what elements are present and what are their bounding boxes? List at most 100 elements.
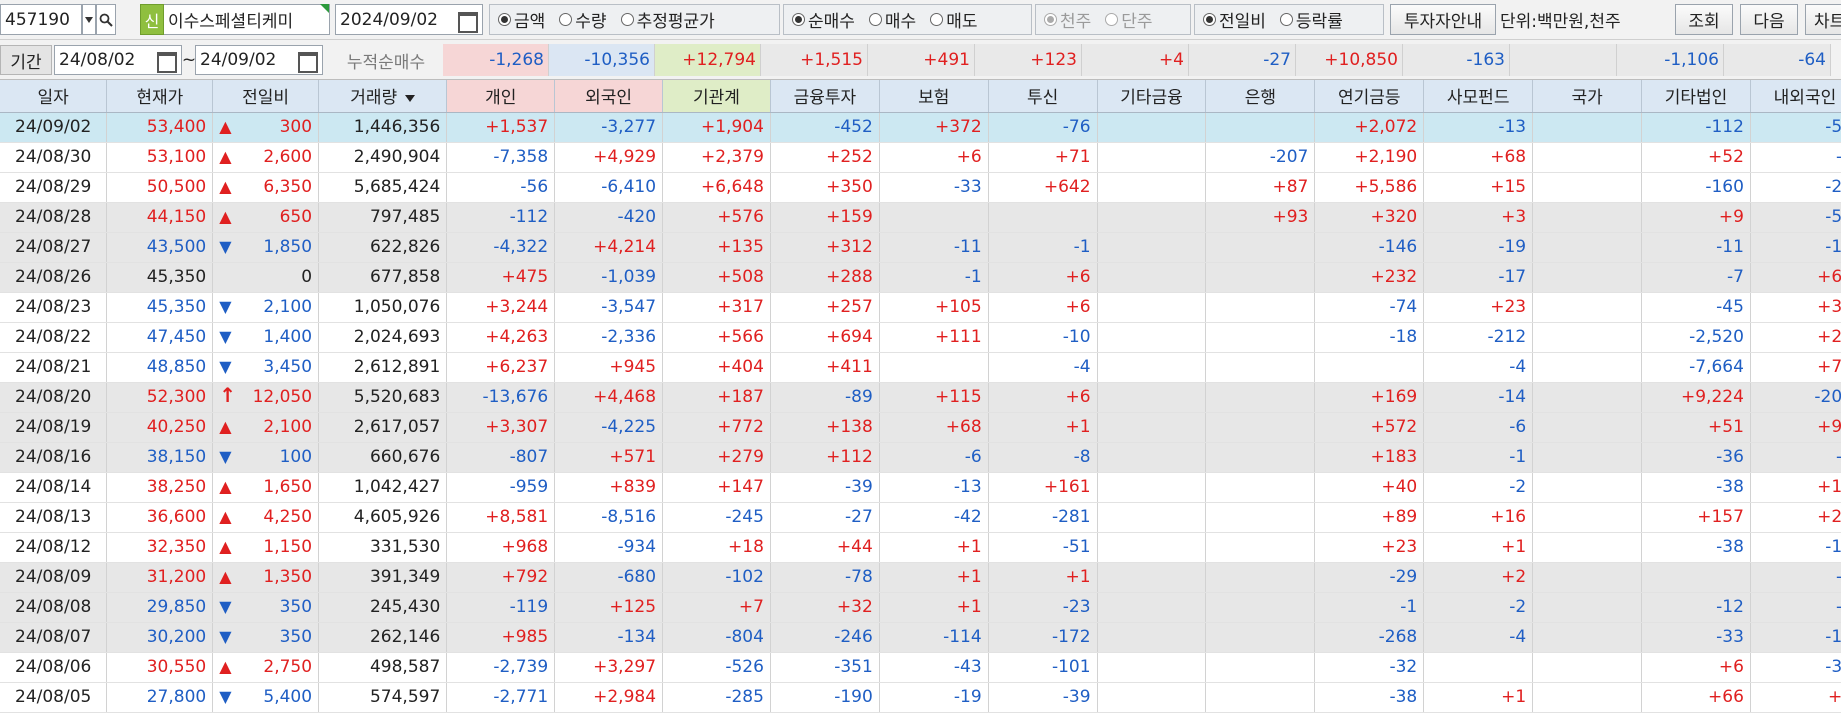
limit-up-arrow-icon: ↑ [219,383,236,407]
change-cell: ▲ 1,150 [212,532,320,563]
investor-guide-button[interactable]: 투자자안내 [1390,4,1496,35]
volume-cell: 2,490,904 [318,142,448,173]
investor-value-cell: +135 [662,232,771,263]
calendar-icon[interactable] [296,49,318,73]
investor-value-cell: +1 [879,562,989,593]
table-row[interactable]: 24/08/19 40,250 ▲ 2,100 2,617,057 +3,307 -4,22… [0,412,1841,443]
investor-value-cell: +3,297 [554,652,664,683]
cumulative-total: -1,106 [1617,44,1724,76]
investor-value-cell: -29 [1314,562,1425,593]
investor-value-cell: +8,581 [446,502,556,533]
column-header[interactable]: 기타금융 [1097,80,1207,113]
stock-code-input[interactable]: 457190 [0,4,82,35]
table-row[interactable]: 24/09/02 53,400 ▲ 300 1,446,356 +1,537 -3,277 +… [0,112,1841,143]
radio-amount[interactable]: 금액 [498,7,545,32]
table-row[interactable]: 24/08/21 48,850 ▼ 3,450 2,612,891 +6,237 +945 +… [0,352,1841,383]
table-row[interactable]: 24/08/30 53,100 ▲ 2,600 2,490,904 -7,358 +4,92… [0,142,1841,173]
change-value: 2,100 [263,417,313,437]
volume-cell: 622,826 [318,232,448,263]
calendar-icon[interactable] [456,9,478,33]
period-from-input[interactable]: 24/08/02 [54,45,182,75]
investor-value-cell: -526 [662,652,771,683]
date-cell: 24/08/06 [0,652,108,683]
radio-thousand-shares[interactable]: 천주 [1044,7,1091,32]
date-cell: 24/09/02 [0,112,108,143]
date-input[interactable]: 2024/09/02 [335,4,483,35]
radio-single-shares[interactable]: 단주 [1105,7,1153,32]
table-row[interactable]: 24/08/06 30,550 ▲ 2,750 498,587 -2,739 +3,297-… [0,652,1841,683]
investor-value-cell [1097,622,1207,653]
next-button[interactable]: 다음 [1740,4,1798,35]
column-header[interactable]: 내외국인 [1750,80,1841,113]
radio-change-rate[interactable]: 등락률 [1279,7,1343,32]
investor-value-cell: +52 [1641,142,1751,173]
table-row[interactable]: 24/08/05 27,800 ▼ 5,400 574,597 -2,771 +2,984-… [0,682,1841,713]
column-header[interactable]: 연기금등 [1314,80,1425,113]
investor-value-cell: -202 [1750,382,1841,413]
radio-quantity[interactable]: 수량 [559,7,607,32]
sort-dropdown-icon[interactable] [405,94,416,102]
column-header[interactable]: 기관계 [662,80,771,113]
column-header[interactable]: 은행 [1205,80,1316,113]
table-row[interactable]: 24/08/08 29,850 ▼ 350 245,430 -119 +125 +7 +32 +1… [0,592,1841,623]
table-row[interactable]: 24/08/28 44,150 ▲ 650 797,485 -112 -420 +576 +15… [0,202,1841,233]
date-cell: 24/08/13 [0,502,108,533]
query-button[interactable]: 조회 [1675,4,1733,35]
change-value: 100 [279,447,313,467]
table-row[interactable]: 24/08/29 50,500 ▲ 6,350 5,685,424 -56 -6,410 +6… [0,172,1841,203]
table-row[interactable]: 24/08/22 47,450 ▼ 1,400 2,024,693 +4,263 -2,33… [0,322,1841,353]
table-row[interactable]: 24/08/20 52,300 ↑ 12,050 5,520,683 -13,676 +4,… [0,382,1841,413]
date-cell: 24/08/26 [0,262,108,293]
code-dropdown-button[interactable] [82,4,96,35]
chart-button[interactable]: 차트 [1805,4,1841,35]
table-row[interactable]: 24/08/14 38,250 ▲ 1,650 1,042,427 -959 +839 +14… [0,472,1841,503]
investor-value-cell: +985 [446,622,556,653]
column-header[interactable]: 현재가 [106,80,214,113]
table-row[interactable]: 24/08/26 45,350 0 677,858 +475 -1,039 +508 +288… [0,262,1841,293]
column-header[interactable]: 국가 [1532,80,1643,113]
table-row[interactable]: 24/08/12 32,350 ▲ 1,150 331,530 +968 -934 +18 +4… [0,532,1841,563]
search-button[interactable] [96,4,116,35]
radio-net-buy[interactable]: 순매수 [792,7,855,32]
investor-value-cell [1205,622,1316,653]
cumulative-total: +1,515 [761,44,868,76]
investor-value-cell: +279 [662,442,771,473]
investor-value-cell: -51 [988,532,1098,563]
column-header[interactable]: 개인 [446,80,556,113]
column-header[interactable]: 일자 [0,80,108,113]
investor-value-cell: -807 [446,442,556,473]
investor-value-cell: +6,237 [446,352,556,383]
column-header[interactable]: 보험 [879,80,989,113]
radio-sell[interactable]: 매도 [930,7,977,32]
radio-prev-day-change[interactable]: 전일비 [1203,7,1266,32]
table-row[interactable]: 24/08/07 30,200 ▼ 350 262,146 +985 -134 -804 -24… [0,622,1841,653]
column-header[interactable]: 금융투자 [770,80,880,113]
period-to-input[interactable]: 24/09/02 [195,45,323,75]
change-value: 350 [279,627,313,647]
investor-value-cell: -420 [554,202,664,233]
column-header[interactable]: 전일비 [212,80,320,113]
calendar-icon[interactable] [155,49,177,73]
column-header[interactable]: 거래량 [318,80,448,113]
investor-value-cell: -56 [446,172,556,203]
radio-buy[interactable]: 매수 [868,7,916,32]
column-header[interactable]: 사모펀드 [1423,80,1534,113]
table-row[interactable]: 24/08/09 31,200 ▲ 1,350 391,349 +792 -680 -102-… [0,562,1841,593]
investor-value-cell [1423,652,1534,683]
column-header[interactable]: 투신 [988,80,1098,113]
table-row[interactable]: 24/08/16 38,150 ▼ 100 660,676 -807 +571 +279 +11… [0,442,1841,473]
change-value: 1,850 [263,237,313,257]
table-row[interactable]: 24/08/13 36,600 ▲ 4,250 4,605,926 +8,581 -8,51… [0,502,1841,533]
table-row[interactable]: 24/08/23 45,350 ▼ 2,100 1,050,076 +3,244 -3,54… [0,292,1841,323]
table-row[interactable]: 24/08/27 43,500 ▼ 1,850 622,826 -4,322 +4,214 +… [0,232,1841,263]
investor-value-cell [1532,142,1643,173]
investor-value-cell [1532,262,1643,293]
column-header[interactable]: 기타법인 [1641,80,1751,113]
column-header[interactable]: 외국인 [554,80,664,113]
investor-value-cell [1097,562,1207,593]
investor-value-cell [1097,142,1207,173]
investor-value-cell: -11 [1641,232,1751,263]
investor-value-cell: +32 [770,592,880,623]
volume-cell: 498,587 [318,652,448,683]
radio-estimated-avg-price[interactable]: 추정평균가 [620,7,715,32]
